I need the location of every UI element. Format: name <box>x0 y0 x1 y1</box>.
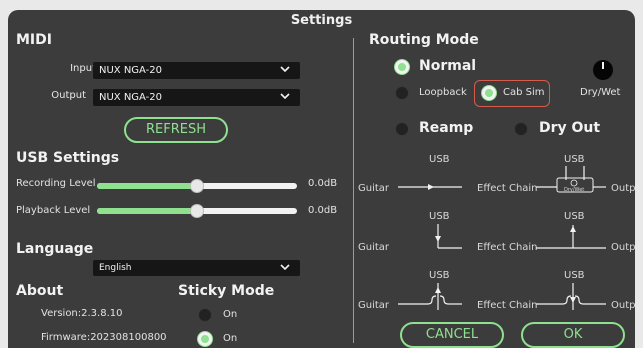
guitar-label: Guitar <box>358 300 390 311</box>
settings-panel: Settings MIDI Input NUX NGA-20 Output NU… <box>8 10 635 348</box>
chevron-down-icon <box>280 93 290 99</box>
routing-diagram-loopback: USB Guitar Effect Chain USB Output <box>358 211 635 253</box>
recording-level-label: Recording Level <box>16 178 96 189</box>
midi-output-dropdown[interactable]: NUX NGA-20 <box>93 89 300 106</box>
input-label: Input <box>70 63 96 74</box>
cancel-button[interactable]: CANCEL <box>400 322 504 348</box>
routing-diagrams: USB Guitar Effect Chain USB Dry/Wet Outp… <box>358 154 635 311</box>
firmware-text: Firmware:202308100800 <box>41 332 167 343</box>
ok-button[interactable]: OK <box>521 322 625 348</box>
chevron-down-icon <box>280 66 290 72</box>
signal-bridge-line <box>562 295 572 305</box>
usb-label: USB <box>564 154 585 165</box>
dry-out-label: Dry Out <box>539 120 601 136</box>
sticky-option-2-radio[interactable] <box>198 332 212 346</box>
dry-wet-knob[interactable] <box>593 60 613 80</box>
usb-label: USB <box>429 154 450 165</box>
recording-level-thumb[interactable] <box>190 179 204 193</box>
effect-chain-label: Effect Chain <box>477 183 538 194</box>
signal-bridge-line <box>574 295 584 305</box>
usb-label: USB <box>564 211 585 222</box>
normal-label: Normal <box>419 58 477 74</box>
usb-label: USB <box>429 270 450 281</box>
arrow-up-icon <box>435 287 441 293</box>
routing-mode-heading: Routing Mode <box>369 32 479 48</box>
usb-label: USB <box>429 211 450 222</box>
playback-level-value: 0.0dB <box>308 205 338 216</box>
arrow-down-icon <box>570 297 576 303</box>
playback-level-thumb[interactable] <box>190 204 204 218</box>
language-value: English <box>99 263 132 273</box>
recording-level-fill <box>97 183 197 189</box>
dry-wet-mini-label: Dry/Wet <box>564 187 584 193</box>
language-dropdown[interactable]: English <box>93 260 300 276</box>
arrow-up-icon <box>570 226 576 232</box>
arrow-right-icon <box>428 184 434 190</box>
column-divider <box>353 38 354 343</box>
output-label: Output <box>611 300 635 311</box>
guitar-label: Guitar <box>358 183 390 194</box>
output-label: Output <box>51 90 86 101</box>
about-heading: About <box>16 283 64 299</box>
effect-chain-label: Effect Chain <box>477 300 538 311</box>
language-heading: Language <box>16 241 94 257</box>
output-label: Output <box>611 242 635 253</box>
recording-level-slider[interactable] <box>97 179 297 193</box>
midi-input-value: NUX NGA-20 <box>99 65 163 76</box>
chevron-down-icon <box>280 264 290 270</box>
reamp-label: Reamp <box>419 120 474 136</box>
loopback-label: Loopback <box>419 87 467 98</box>
midi-heading: MIDI <box>16 32 52 48</box>
sticky-option-1-label: On <box>223 309 238 320</box>
playback-level-fill <box>97 208 197 214</box>
playback-level-label: Playback Level <box>16 205 91 216</box>
effect-chain-label: Effect Chain <box>477 242 538 253</box>
cab-sim-radio[interactable] <box>482 86 496 100</box>
output-label: Output <box>611 183 635 194</box>
dry-out-radio[interactable] <box>514 122 528 136</box>
usb-settings-heading: USB Settings <box>16 150 120 166</box>
loopback-radio[interactable] <box>395 86 409 100</box>
midi-input-dropdown[interactable]: NUX NGA-20 <box>93 62 300 79</box>
version-text: Version:2.3.8.10 <box>41 308 123 319</box>
reamp-radio[interactable] <box>395 122 409 136</box>
signal-bridge-line <box>427 295 437 305</box>
recording-level-value: 0.0dB <box>308 178 338 189</box>
sticky-option-2-label: On <box>223 333 238 344</box>
cab-sim-label: Cab Sim <box>503 87 545 98</box>
playback-level-slider[interactable] <box>97 204 297 218</box>
dry-wet-label: Dry/Wet <box>580 87 621 98</box>
sticky-mode-heading: Sticky Mode <box>178 283 275 299</box>
sticky-option-1-radio[interactable] <box>198 308 212 322</box>
normal-radio[interactable] <box>395 60 409 74</box>
window-title: Settings <box>290 13 353 28</box>
routing-diagram-normal: USB Guitar Effect Chain USB Dry/Wet Outp… <box>358 154 635 194</box>
mixer-knob-icon <box>570 179 578 187</box>
signal-bridge-line <box>439 295 449 305</box>
midi-output-value: NUX NGA-20 <box>99 92 163 103</box>
guitar-label: Guitar <box>358 242 390 253</box>
usb-label: USB <box>564 270 585 281</box>
routing-diagram-reamp: USB Guitar Effect Chain USB Output <box>358 270 635 311</box>
refresh-button[interactable]: REFRESH <box>124 117 228 143</box>
arrow-down-icon <box>435 236 441 242</box>
